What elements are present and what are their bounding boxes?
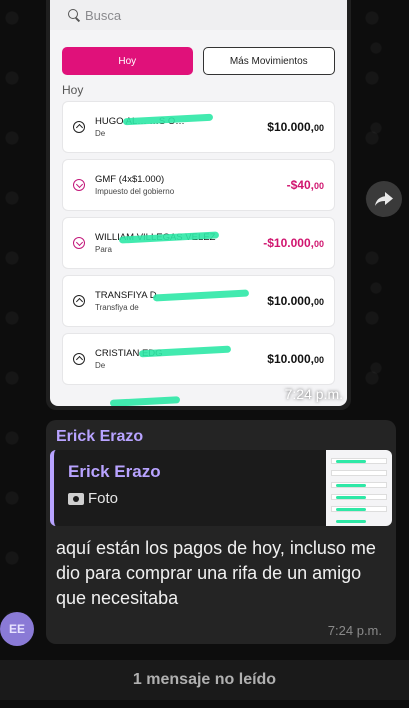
redaction-scribble	[109, 396, 181, 406]
quoted-sender-name: Erick Erazo	[68, 462, 161, 481]
shared-screenshot[interactable]: Busca Hoy Más Movimientos Hoy HUGO AL… ……	[50, 0, 347, 406]
transaction-row: CRISTIAN EDG De $10.000,00	[62, 333, 335, 385]
screenshot-tabs: Hoy Más Movimientos	[50, 30, 347, 75]
quoted-media-type: Foto	[68, 490, 118, 507]
reply-message-bubble[interactable]: Erick Erazo Erick Erazo Foto aquí están …	[46, 420, 396, 644]
screenshot-search-bar: Busca	[50, 0, 347, 30]
transaction-subtitle: Transfiya de	[95, 303, 139, 312]
arrow-up-icon	[73, 121, 85, 133]
transaction-subtitle: De	[95, 129, 106, 138]
transaction-subtitle: Impuesto del gobierno	[95, 187, 175, 196]
forward-button[interactable]	[366, 181, 402, 217]
section-label: Hoy	[62, 83, 84, 97]
image-message-bubble[interactable]: Busca Hoy Más Movimientos Hoy HUGO AL… ……	[46, 0, 351, 410]
arrow-down-icon	[73, 237, 85, 249]
tab-mas-movimientos: Más Movimientos	[202, 47, 335, 75]
transaction-amount: $10.000,00	[267, 120, 324, 134]
unread-messages-banner: 1 mensaje no leído	[0, 660, 409, 700]
transaction-amount: $10.000,00	[267, 352, 324, 366]
arrow-down-icon	[73, 179, 85, 191]
quoted-type-label: Foto	[88, 490, 119, 507]
transaction-row: TRANSFIYA D Transfiya de $10.000,00	[62, 275, 335, 327]
arrow-up-icon	[73, 295, 85, 307]
transaction-subtitle: De	[95, 361, 106, 370]
quoted-message[interactable]: Erick Erazo Foto	[50, 450, 392, 526]
transaction-amount: $10.000,00	[267, 294, 324, 308]
transaction-amount: -$40,00	[286, 178, 324, 192]
message-timestamp: 7:24 p.m.	[327, 623, 382, 638]
transaction-subtitle: Para	[95, 245, 112, 254]
transaction-row: WILLIAM VILLEGAS VELEZ Para -$10.000,00	[62, 217, 335, 269]
search-placeholder: Busca	[85, 7, 122, 23]
quoted-thumbnail	[326, 450, 392, 526]
transaction-row: HUGO AL… …S O… De $10.000,00	[62, 101, 335, 153]
camera-icon	[68, 492, 84, 505]
message-sender-name[interactable]: Erick Erazo	[56, 428, 143, 446]
forward-arrow-icon	[375, 192, 393, 206]
image-timestamp: 7:24 p.m.	[284, 386, 343, 402]
search-icon	[68, 9, 80, 21]
arrow-up-icon	[73, 353, 85, 365]
transaction-amount: -$10.000,00	[263, 236, 324, 250]
message-text: aquí están los pagos de hoy, incluso me …	[56, 538, 376, 608]
transaction-name: GMF (4x$1.000)	[95, 174, 165, 185]
avatar[interactable]: EE	[0, 612, 34, 646]
tab-hoy: Hoy	[62, 47, 193, 75]
transaction-row: GMF (4x$1.000) Impuesto del gobierno -$4…	[62, 159, 335, 211]
